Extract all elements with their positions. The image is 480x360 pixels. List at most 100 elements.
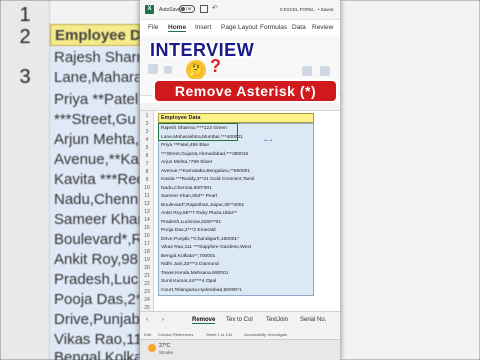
status-sheet-count: Sheet 1 of 134 xyxy=(206,332,233,337)
row-number[interactable]: 13 xyxy=(140,209,154,215)
selection-handle-icon[interactable]: ⟷ xyxy=(264,137,278,145)
bg-line: Lane,Mahara xyxy=(54,69,140,86)
tab-page-layout[interactable]: Page Layout xyxy=(221,24,258,31)
thinking-face-icon: 🤔 xyxy=(186,60,206,80)
toggle-state: Off xyxy=(186,6,192,11)
sheet-tab-textjoin[interactable]: TextJoin xyxy=(266,317,288,323)
bg-line: Kavita ***Red xyxy=(54,171,140,188)
taskbar: 27°C Smoke xyxy=(140,339,340,360)
row-number[interactable]: 17 xyxy=(140,241,154,247)
file-name: 0 EXCEL FORM... • Saved xyxy=(280,7,334,12)
question-mark: ? xyxy=(210,56,221,76)
autosave-toggle[interactable]: Off xyxy=(179,5,195,13)
tab-formulas[interactable]: Formulas xyxy=(260,24,287,31)
autosave-label: AutoSave xyxy=(159,7,181,13)
cell-text-line: Boulevard*,Rajasthan,Jaipur,30**2001 xyxy=(161,202,245,208)
format-icon[interactable] xyxy=(302,66,312,76)
bg-line: Nadu,Chenna xyxy=(54,191,140,208)
row-number[interactable]: 15 xyxy=(140,225,154,231)
cell-text-line: Tower,Kerala,Mehsana,690001 xyxy=(161,270,229,276)
cell-text-line: Bengal,Kolkata**,700001 xyxy=(161,253,216,259)
status-edit: Edit xyxy=(144,332,151,337)
undo-icon[interactable]: ↶ xyxy=(212,4,218,12)
row-number[interactable]: 4 xyxy=(140,137,154,143)
sheet-nav-left-icon[interactable]: ‹ xyxy=(146,317,148,323)
tab-data[interactable]: Data xyxy=(292,24,306,31)
bg-line: Sameer Khan xyxy=(54,211,140,228)
cut-icon[interactable] xyxy=(164,66,172,74)
bg-line: Bengal,Kolka xyxy=(54,349,140,360)
cell-text-line: Pooja Das,2***2 Emerald xyxy=(161,228,216,233)
cell-text-line: Sameer Khan,654** Pearl xyxy=(161,194,218,199)
cell-text-line: Nidhi Jain,33***3 Diamond xyxy=(161,262,219,267)
row-number[interactable]: 6 xyxy=(140,153,154,159)
cell-text-line: Court,Telangana,Hyderabad,50000*1 xyxy=(161,287,242,293)
bg-line: Vikas Rao,11 xyxy=(54,331,140,348)
background-header-cell: Employee Da xyxy=(50,24,140,46)
sheet-tab-remove[interactable]: Remove xyxy=(192,317,216,324)
bg-line: Boulevard*,R xyxy=(54,231,140,248)
row-number[interactable]: 1 xyxy=(140,113,154,119)
row-number[interactable]: 12 xyxy=(140,201,154,207)
selected-cell[interactable] xyxy=(158,123,238,141)
row-number[interactable]: 24 xyxy=(140,297,154,303)
row-number[interactable]: 20 xyxy=(140,265,154,271)
tab-review[interactable]: Review xyxy=(312,24,333,31)
row-number[interactable]: 7 xyxy=(140,161,154,167)
sheet-tab-serial-no[interactable]: Serial No. xyxy=(300,317,326,323)
toggle-knob xyxy=(181,7,185,11)
weather-icon[interactable] xyxy=(148,344,156,352)
row-number[interactable]: 8 xyxy=(140,169,154,175)
sheet-nav-right-icon[interactable]: › xyxy=(162,317,164,323)
row-number[interactable]: 22 xyxy=(140,281,154,287)
bg-line: ***Street,Gu xyxy=(54,111,136,128)
sheet-tabs: ‹ › Remove Tex to Col TextJoin Serial No… xyxy=(140,311,340,329)
styles-icon[interactable] xyxy=(320,66,330,76)
tab-insert[interactable]: Insert xyxy=(195,24,211,31)
bg-line: Rajesh Sharm xyxy=(54,49,140,66)
row-number[interactable]: 14 xyxy=(140,217,154,223)
row-number[interactable]: 18 xyxy=(140,249,154,255)
row-number[interactable]: 19 xyxy=(140,257,154,263)
cell-text-line: Arjun Mehta,*789 Silver xyxy=(161,160,213,165)
cell-text-line: Drive,Punjab,**Chandigarh,160001* xyxy=(161,236,240,242)
row-number[interactable]: 16 xyxy=(140,233,154,239)
tab-home[interactable]: Home xyxy=(168,24,187,32)
row-number[interactable]: 2 xyxy=(140,121,154,127)
bg-line: Priya **Patel, xyxy=(54,91,140,108)
row-number[interactable]: 23 xyxy=(140,289,154,295)
row-numbers: 1 2 3 4 5 6 7 8 9 10 11 12 13 14 15 16 17 18 19 20 21 22 23 24 2… xyxy=(140,111,154,311)
sheet-tab-tex-to-col[interactable]: Tex to Col xyxy=(226,317,253,323)
row-number[interactable]: 9 xyxy=(140,177,154,183)
excel-logo-icon: X xyxy=(145,5,154,14)
paste-icon[interactable] xyxy=(148,64,158,74)
status-accessibility[interactable]: Accessibility: Investigate xyxy=(244,332,287,337)
video-frame: 1 2 3 Employee Da Rajesh Sharm Lane,Maha… xyxy=(0,0,480,360)
row-number[interactable]: 21 xyxy=(140,273,154,279)
weather-temperature: 27°C xyxy=(159,343,171,349)
status-circular[interactable]: Circular References xyxy=(158,332,193,337)
save-icon[interactable] xyxy=(200,5,208,13)
bg-line: Pooja Das,2* xyxy=(54,291,140,308)
row-number[interactable]: 3 xyxy=(140,129,154,135)
employee-data-header[interactable]: Employee Data xyxy=(158,113,314,123)
worksheet: 1 2 3 4 5 6 7 8 9 10 11 12 13 14 15 16 17 18 19 20 21 22 23 24 2… xyxy=(140,103,340,311)
ribbon-tabs: File Home Insert Page Layout Formulas Da… xyxy=(140,20,340,36)
cell-text-line: Nadu,Chennai,600*001 xyxy=(161,185,212,191)
bg-line: Avenue,**Ka xyxy=(54,151,139,168)
employee-data-range[interactable]: Rajesh Sharma,****123 Green Lane,Maharash… xyxy=(158,123,314,296)
row-number[interactable]: 10 xyxy=(140,185,154,191)
bg-line: Drive,Punjab, xyxy=(54,311,140,328)
cell-text-line: Sunil Kumar,44****4 Opal xyxy=(161,279,217,284)
title-bar: X AutoSave Off ↶ 0 EXCEL FORM... • Saved xyxy=(140,0,340,20)
tab-file[interactable]: File xyxy=(148,24,158,31)
column-headers xyxy=(140,103,340,111)
background-row-numbers: 1 2 3 xyxy=(0,0,50,360)
row-number[interactable]: 11 xyxy=(140,193,154,199)
cell-text-line: Pradesh,Lucknow,2260**01 xyxy=(161,219,222,225)
bg-row-number: 2 xyxy=(19,26,31,48)
cell-text-line: ***Street,Gujarat,Ahmedabad,***380015 xyxy=(161,151,249,157)
bg-line: Pradesh,Luck xyxy=(54,271,140,288)
remove-asterisk-banner: Remove Asterisk (*) xyxy=(153,79,338,103)
row-number[interactable]: 5 xyxy=(140,145,154,151)
